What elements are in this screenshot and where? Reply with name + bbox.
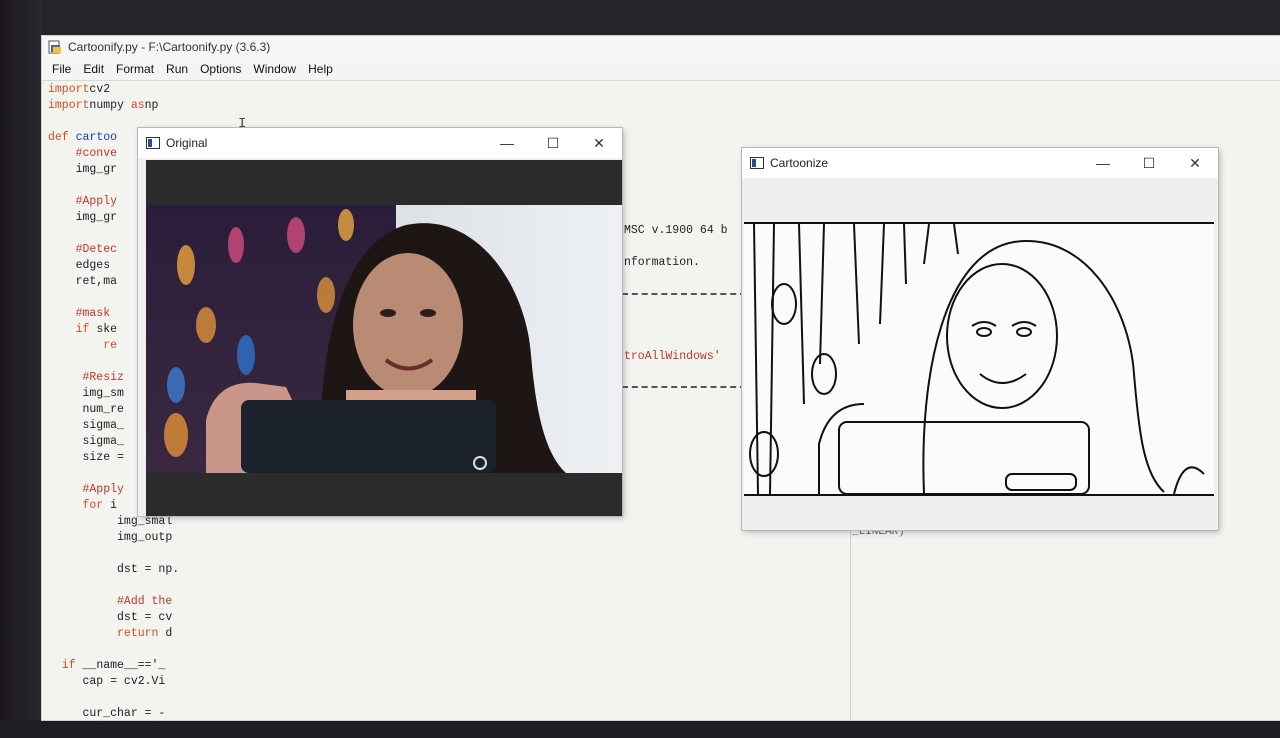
idle-title-bar: Cartoonify.py - F:\Cartoonify.py (3.6.3): [42, 36, 1280, 58]
shell-line: nformation.: [624, 256, 700, 269]
code-token: #Apply: [48, 483, 124, 496]
code-token: img_gr: [48, 163, 118, 176]
code-line: importnumpy asnp: [48, 98, 1268, 114]
code-line: importcv2: [48, 82, 1268, 98]
code-token: cv2: [89, 83, 111, 96]
code-token: #conve: [48, 147, 118, 160]
cartoonize-window: Cartoonize — ☐ ✕: [742, 148, 1218, 530]
close-button[interactable]: ✕: [1172, 148, 1218, 178]
code-token: __name__=='_: [82, 659, 166, 672]
code-token: sigma_: [48, 435, 124, 448]
code-token: dst = cv: [48, 611, 173, 624]
code-token: img_outp: [48, 531, 173, 544]
code-token: cur_char = -: [48, 707, 166, 720]
idle-title-text: Cartoonify.py - F:\Cartoonify.py (3.6.3): [68, 40, 271, 54]
monitor-bezel-top: [0, 0, 1280, 36]
code-token: #Detec: [48, 243, 118, 256]
code-token: edges: [48, 259, 118, 272]
menu-run[interactable]: Run: [160, 62, 194, 76]
code-token: as: [130, 99, 145, 112]
code-token: #Resiz: [48, 371, 124, 384]
code-line: prev_char =: [48, 722, 1268, 738]
maximize-button[interactable]: ☐: [530, 128, 576, 158]
menu-format[interactable]: Format: [110, 62, 160, 76]
cartoonize-title: Cartoonize: [770, 156, 829, 170]
shell-line: troAllWindows': [624, 350, 721, 363]
code-token: ret,ma: [48, 275, 118, 288]
close-button[interactable]: ✕: [576, 128, 622, 158]
cartoonize-frame: [744, 180, 1218, 530]
code-token: return: [48, 627, 166, 640]
code-token: np: [144, 99, 159, 112]
opencv-window-icon: [146, 137, 160, 149]
code-token: ske: [96, 323, 118, 336]
menu-window[interactable]: Window: [247, 62, 302, 76]
shell-divider: [622, 293, 746, 295]
minimize-button[interactable]: —: [484, 128, 530, 158]
cartoonize-title-bar[interactable]: Cartoonize — ☐ ✕: [742, 148, 1218, 178]
original-window: Original — ☐ ✕: [138, 128, 622, 516]
code-token: img_smal: [48, 515, 173, 528]
python-file-icon: [48, 40, 61, 54]
code-token: #mask: [48, 307, 118, 320]
code-token: numpy: [89, 99, 131, 112]
webcam-frame-image: [146, 205, 622, 473]
original-title-bar[interactable]: Original — ☐ ✕: [138, 128, 622, 158]
code-token: d: [165, 627, 173, 640]
opencv-window-icon: [750, 157, 764, 169]
code-token: import: [48, 99, 90, 112]
code-token: img_sm: [48, 387, 124, 400]
maximize-button[interactable]: ☐: [1126, 148, 1172, 178]
menu-help[interactable]: Help: [302, 62, 339, 76]
code-token: def: [48, 131, 76, 144]
code-token: for: [48, 499, 111, 512]
minimize-button[interactable]: —: [1080, 148, 1126, 178]
code-token: cartoo: [75, 131, 118, 144]
code-token: i: [110, 499, 118, 512]
code-token: sigma_: [48, 419, 124, 432]
menu-file[interactable]: File: [46, 62, 77, 76]
code-token: #Add the: [48, 595, 173, 608]
code-token: img_gr: [48, 211, 118, 224]
original-frame: [146, 160, 622, 516]
code-token: if: [48, 323, 97, 336]
cartoon-sketch-image: [744, 222, 1214, 496]
code-token: dst = np.: [48, 563, 180, 576]
menu-edit[interactable]: Edit: [77, 62, 110, 76]
code-token: #Apply: [48, 195, 118, 208]
code-token: cap = cv2.Vi: [48, 675, 166, 688]
menu-options[interactable]: Options: [194, 62, 247, 76]
idle-menu-bar: File Edit Format Run Options Window Help: [42, 58, 1280, 81]
code-token: prev_char =: [48, 723, 166, 736]
code-token: if: [48, 659, 83, 672]
original-title: Original: [166, 136, 208, 150]
code-token: re: [48, 339, 118, 352]
shell-pane-divider: [850, 520, 851, 720]
code-token: size =: [48, 451, 124, 464]
code-token: import: [48, 83, 90, 96]
monitor-bezel-left: [0, 0, 42, 720]
shell-divider: [622, 386, 746, 388]
shell-line: MSC v.1900 64 b: [624, 224, 728, 237]
code-token: num_re: [48, 403, 124, 416]
